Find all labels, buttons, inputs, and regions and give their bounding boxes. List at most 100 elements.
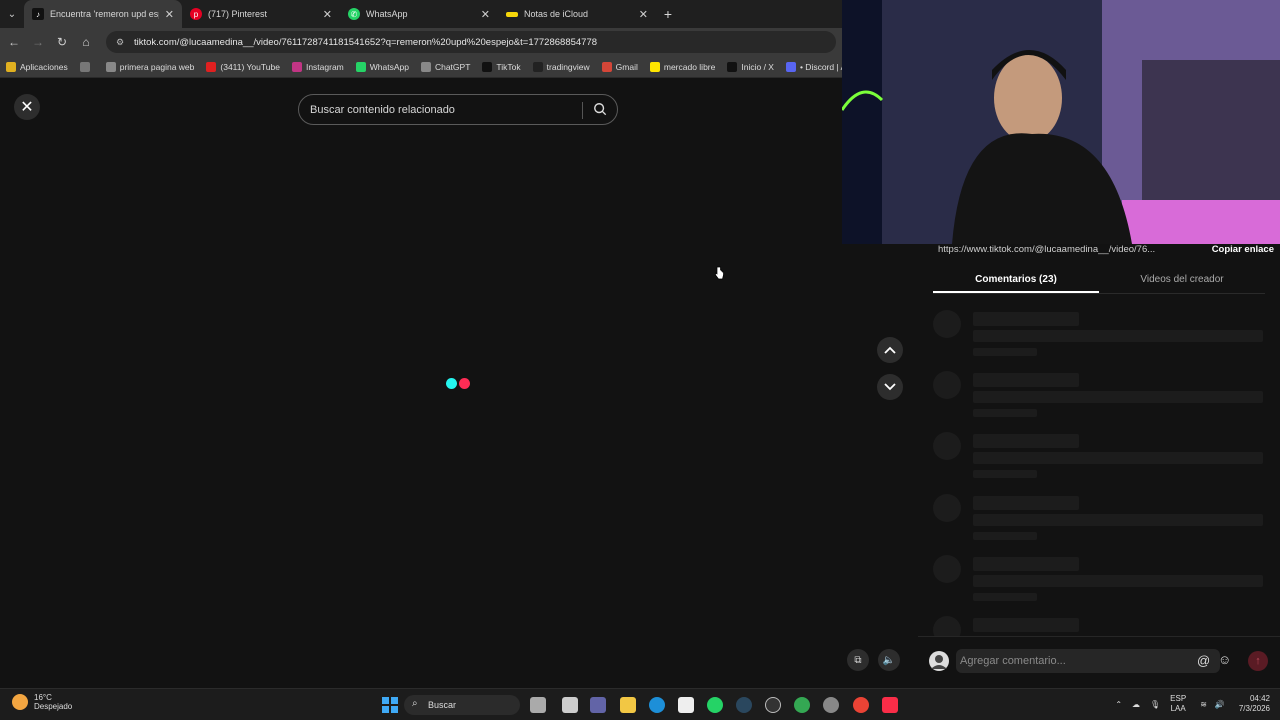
chrome-icon[interactable] (794, 697, 810, 713)
browser-tab[interactable]: p (717) Pinterest ✕ (182, 0, 340, 28)
related-search-input[interactable]: Buscar contenido relacionado (298, 94, 618, 125)
bookmark-icon (482, 61, 493, 72)
hand-cursor-icon (715, 266, 724, 280)
back-arrow-icon[interactable]: ← (2, 35, 26, 49)
bookmark-label: (3411) YouTube (220, 61, 280, 72)
comment-skeleton (933, 371, 1265, 421)
taskbar-search[interactable]: ⌕ Buscar (404, 695, 520, 715)
tab-title: Encuentra 'remeron upd espejo' (50, 9, 159, 19)
music-icon[interactable] (882, 697, 898, 713)
system-tray: ⌃ ☁ 🎙 ESP LAA ≋ 🔊 04:42 7/3/2026 (1115, 694, 1270, 714)
bookmark-label: WhatsApp (369, 61, 409, 72)
weather-widget[interactable]: 16°C Despejado (12, 693, 72, 711)
tab-title: Notas de iCloud (524, 9, 589, 19)
browser-tab[interactable]: ✆ WhatsApp ✕ (340, 0, 498, 28)
url-text: tiktok.com/@lucaamedina__/video/76117287… (134, 36, 598, 48)
reload-icon[interactable]: ↻ (50, 35, 74, 49)
clock-app-icon[interactable] (765, 697, 781, 713)
bookmark-item[interactable]: WhatsApp (355, 61, 409, 72)
close-tab-icon[interactable]: ✕ (323, 8, 332, 21)
chrome-icon[interactable] (853, 697, 869, 713)
comment-skeleton (933, 310, 1265, 360)
bookmark-item[interactable]: (3411) YouTube (206, 61, 280, 72)
comment-skeleton (933, 432, 1265, 482)
send-button[interactable]: ↑ (1248, 651, 1268, 671)
volume-button[interactable]: 🔈 (878, 649, 900, 671)
emoji-icon[interactable]: ☺ (1218, 652, 1231, 667)
home-icon[interactable]: ⌂ (74, 35, 98, 49)
wifi-icon[interactable]: ≋ (1200, 700, 1207, 709)
bookmark-item[interactable]: TikTok (482, 61, 521, 72)
bookmark-icon (206, 61, 217, 72)
video-link[interactable]: https://www.tiktok.com/@lucaamedina__/vi… (938, 244, 1155, 256)
bookmark-item[interactable]: ChatGPT (420, 61, 471, 72)
forward-arrow-icon[interactable]: → (26, 35, 50, 49)
comment-input[interactable]: Agregar comentario... (956, 649, 1220, 673)
task-view-icon[interactable] (562, 697, 578, 713)
tab-comments[interactable]: Comentarios (23) (933, 268, 1099, 293)
input-language[interactable]: ESP (1170, 694, 1186, 704)
comment-skeleton (933, 494, 1265, 544)
teams-icon[interactable] (590, 697, 606, 713)
bookmark-item[interactable]: tradingview (532, 61, 590, 72)
search-icon[interactable] (593, 102, 607, 116)
previous-video-button[interactable] (877, 337, 903, 363)
panel-gutter: ⧉ 🔈 (842, 244, 918, 688)
mention-icon[interactable]: @ (1197, 653, 1210, 668)
chevron-up-icon (884, 346, 896, 354)
store-icon[interactable] (678, 697, 694, 713)
pip-button[interactable]: ⧉ (847, 649, 869, 671)
tab-creator-videos[interactable]: Videos del creador (1099, 268, 1265, 293)
tab-search-chevron-icon[interactable]: ⌄ (0, 0, 24, 28)
edge-icon[interactable] (649, 697, 665, 713)
steam-icon[interactable] (736, 697, 752, 713)
folder-icon[interactable] (620, 697, 636, 713)
close-tab-icon[interactable]: ✕ (481, 8, 490, 21)
bookmark-item[interactable]: Inicio / X (727, 61, 774, 72)
comment-placeholder: Agregar comentario... (960, 655, 1066, 667)
next-video-button[interactable] (877, 374, 903, 400)
volume-icon[interactable]: 🔊 (1215, 700, 1225, 709)
keyboard-layout[interactable]: LAA (1170, 704, 1186, 714)
bookmark-icon (6, 61, 16, 72)
microphone-icon[interactable]: 🎙 (1150, 700, 1160, 709)
bookmark-icon (105, 61, 116, 72)
bookmark-item[interactable]: Instagram (291, 61, 344, 72)
browser-tab[interactable]: Notas de iCloud ✕ (498, 0, 656, 28)
bookmark-item[interactable]: mercado libre (649, 61, 715, 72)
chevron-down-icon (884, 383, 896, 391)
app-icon[interactable] (530, 697, 546, 713)
clock-time[interactable]: 04:42 (1239, 694, 1270, 704)
bookmark-icon (79, 61, 90, 72)
windows-start-icon[interactable] (382, 697, 398, 713)
bookmark-label: tradingview (546, 61, 590, 72)
chevron-up-icon[interactable]: ⌃ (1115, 700, 1122, 709)
bookmark-item[interactable] (79, 61, 94, 72)
clock-date[interactable]: 7/3/2026 (1239, 704, 1270, 714)
share-link-row: https://www.tiktok.com/@lucaamedina__/vi… (938, 244, 1274, 256)
settings-icon[interactable] (823, 697, 839, 713)
close-tab-icon[interactable]: ✕ (639, 8, 648, 21)
loader-dot-cyan (446, 378, 457, 389)
bookmark-item[interactable]: Gmail (601, 61, 638, 72)
url-field[interactable]: ⚙ tiktok.com/@lucaamedina__/video/761172… (106, 31, 836, 53)
bookmark-icon (291, 61, 302, 72)
tab-title: WhatsApp (366, 9, 408, 19)
site-settings-icon[interactable]: ⚙ (116, 37, 128, 48)
browser-tab[interactable]: ♪ Encuentra 'remeron upd espejo' ✕ (24, 0, 182, 28)
copy-link-button[interactable]: Copiar enlace (1212, 244, 1274, 256)
whatsapp-icon[interactable] (707, 697, 723, 713)
bookmark-item[interactable]: • Discord | Amigos (785, 61, 842, 72)
new-tab-icon[interactable]: + (656, 6, 680, 22)
close-tab-icon[interactable]: ✕ (165, 8, 174, 21)
close-video-button[interactable]: ✕ (14, 94, 40, 120)
bookmark-icon (420, 61, 431, 72)
comment-bar: Agregar comentario... @ ☺ ↑ (918, 636, 1280, 688)
browser-tab-bar: ⌄ ♪ Encuentra 'remeron upd espejo' ✕ p (… (0, 0, 842, 28)
search-icon: ⌕ (412, 698, 418, 709)
onedrive-icon[interactable]: ☁ (1132, 700, 1140, 709)
bookmark-item[interactable]: primera pagina web (105, 61, 194, 72)
bookmark-label: ChatGPT (434, 61, 471, 72)
loader-dot-pink (459, 378, 470, 389)
bookmark-item[interactable]: Aplicaciones (6, 61, 68, 72)
